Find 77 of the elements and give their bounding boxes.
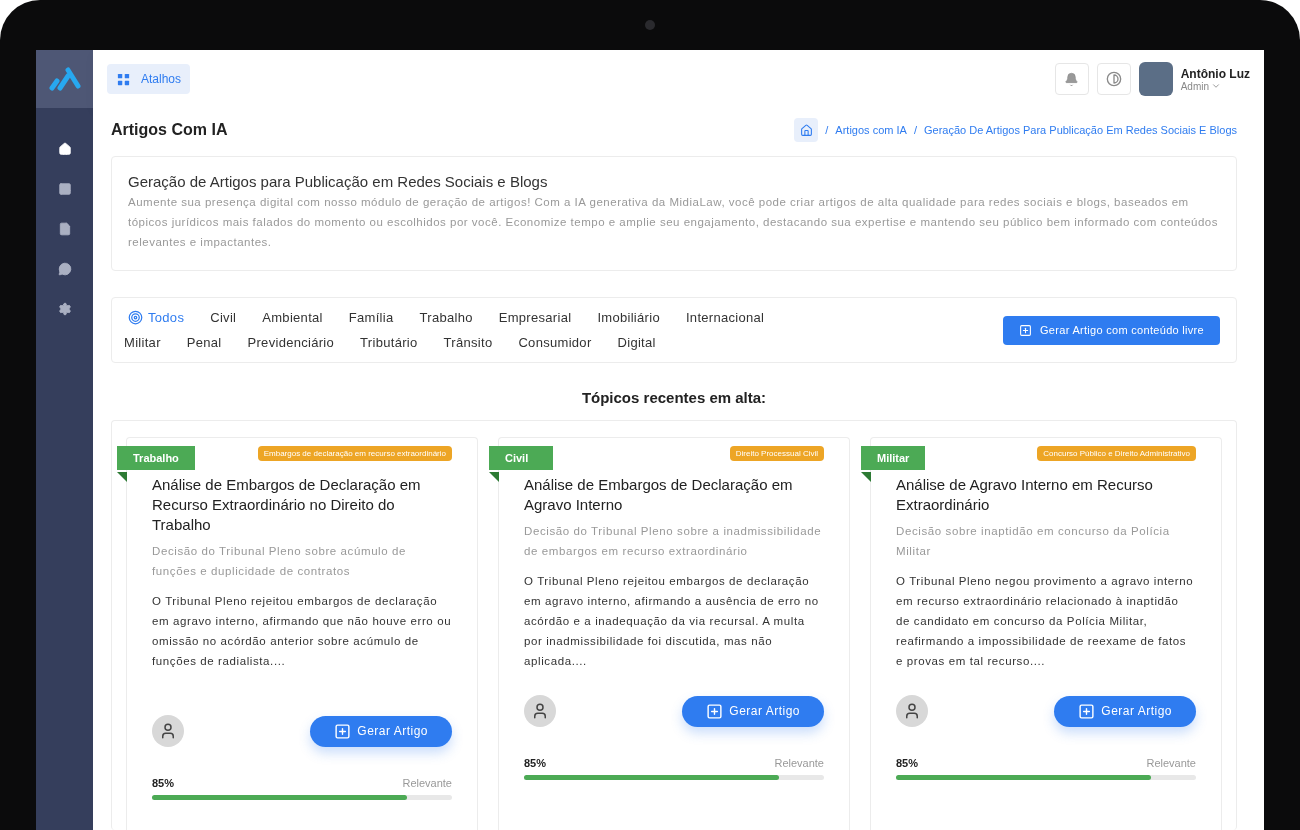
ribbon-fold <box>489 472 499 482</box>
user-role-dropdown[interactable]: Admin <box>1180 80 1222 92</box>
filter-tab[interactable]: Trânsito <box>443 335 493 350</box>
notification-button[interactable] <box>1054 63 1089 95</box>
generate-article-button[interactable]: Gerar Artigo <box>1054 695 1196 727</box>
topic-tag: Embargos de declaração em recurso extraordinário <box>257 446 452 461</box>
home-icon <box>799 123 813 137</box>
area-ribbon: Militar <box>861 446 926 470</box>
breadcrumb-separator: / <box>913 124 917 136</box>
relevance-label: Relevante <box>774 757 824 769</box>
article-summary: O Tribunal Pleno negou provimento a agravo interno em recurso extraordinário relacionado à inaptidão de candidato em concurso da Polícia Militar, reafirmando a impossibilidade de reexame de fatos e provas em tal recurso.... <box>896 574 1195 669</box>
contrast-icon <box>1105 71 1122 87</box>
plus-square-icon <box>706 702 724 720</box>
breadcrumb-separator: / <box>825 124 829 136</box>
person-drawing-icon <box>531 702 549 720</box>
section-title: Tópicos recentes em alta: <box>580 389 768 406</box>
filter-tab[interactable]: Previdenciário <box>247 335 335 350</box>
filter-tab[interactable]: Digital <box>617 335 656 350</box>
filter-tab[interactable]: Empresarial <box>498 310 572 325</box>
person-drawing-icon <box>159 722 177 740</box>
file-icon[interactable] <box>57 222 72 236</box>
article-subtitle: Decisão do Tribunal Pleno sobre acúmulo de funções e duplicidade de contratos <box>152 544 408 579</box>
filter-tab[interactable]: Família <box>348 310 394 325</box>
plus-square-icon <box>1019 323 1032 337</box>
article-title: Análise de Embargos de Declaração em Agravo Interno <box>524 475 794 515</box>
filter-tab[interactable]: Ambiental <box>262 310 323 325</box>
user-name: Antônio Luz <box>1180 66 1250 81</box>
article-subtitle: Decisão do Tribunal Pleno sobre a inadmissibilidade de embargos em recurso extraordinário <box>524 524 823 559</box>
breadcrumb-link[interactable]: Artigos com IA <box>835 124 907 136</box>
plus-square-icon <box>1078 702 1096 720</box>
breadcrumb-link[interactable]: Geração De Artigos Para Publicação Em Redes Sociais E Blogs <box>923 124 1237 136</box>
article-summary: O Tribunal Pleno rejeitou embargos de declaração em agravo interno, afirmando que não houve erro ou omissão no acórdão anterior sobre acúmulo de funções de radialista.... <box>152 594 452 669</box>
plus-square-icon <box>334 722 352 740</box>
settings-icon[interactable] <box>57 302 72 316</box>
filter-tab[interactable]: Civil <box>210 310 237 325</box>
filter-tab[interactable]: Consumidor <box>518 335 592 350</box>
generate-article-button[interactable]: Gerar Artigo <box>682 695 824 727</box>
article-title: Análise de Embargos de Declaração em Recurso Extraordinário no Direito do Trabalho <box>152 475 422 535</box>
area-ribbon: Trabalho <box>117 446 195 470</box>
grid-icon <box>116 71 131 87</box>
relevance-percent: 85% <box>896 757 919 769</box>
relevance-label: Relevante <box>1146 757 1196 769</box>
filter-tab[interactable]: Trabalho <box>419 310 473 325</box>
bell-icon <box>1064 71 1080 87</box>
home-icon[interactable] <box>57 142 72 156</box>
logo-icon <box>47 66 82 92</box>
intro-title: Geração de Artigos para Publicação em Redes Sociais e Blogs <box>128 173 549 190</box>
relevance-label: Relevante <box>402 777 452 789</box>
relevance-percent: 85% <box>524 757 547 769</box>
page-title: Artigos Com IA <box>111 121 228 139</box>
article-subtitle: Decisão sobre inaptidão em concurso da Polícia Militar <box>896 524 1171 559</box>
target-icon <box>128 310 143 325</box>
shortcuts-button[interactable]: Atalhos <box>107 64 191 94</box>
camera-dot <box>645 20 655 30</box>
filter-tab[interactable]: Militar <box>124 335 161 350</box>
topic-tag: Concurso Público e Direito Administrativo <box>1037 446 1196 461</box>
free-article-button[interactable]: Gerar Artigo com conteúdo livre <box>1003 315 1220 345</box>
chevron-down-icon <box>1211 81 1222 91</box>
filter-tab[interactable]: Todos <box>124 310 185 325</box>
theme-toggle-button[interactable] <box>1096 63 1131 95</box>
chat-icon[interactable] <box>57 262 72 276</box>
filter-tab[interactable]: Tributário <box>360 335 418 350</box>
filter-tab[interactable]: Imobiliário <box>597 310 660 325</box>
ribbon-fold <box>861 472 871 482</box>
generate-article-button[interactable]: Gerar Artigo <box>310 715 452 747</box>
intro-text: Aumente sua presença digital com nosso módulo de geração de artigos! Com a IA generativa da MidiaLaw, você pode criar artigos de alta qualidade para redes sociais e blogs, baseados em tópicos jurídicos mais falados do momento ou escolhidos por você. Economize tempo e amplie seu engajamento, destacando sua expertise e mantendo seu público bem informado com conteúdos relevantes e impactantes. <box>128 195 1220 250</box>
filter-tab[interactable]: Penal <box>186 335 222 350</box>
relevance-percent: 85% <box>152 777 175 789</box>
area-ribbon: Civil <box>489 446 553 470</box>
home-link[interactable] <box>794 118 819 142</box>
filter-tab[interactable]: Internacional <box>685 310 765 325</box>
avatar-placeholder <box>1138 62 1173 96</box>
person-drawing-icon <box>903 702 921 720</box>
article-summary: O Tribunal Pleno rejeitou embargos de declaração em agravo interno, afirmando a ausência de erro no acórdão e a inadequação da via recursal. A multa por inadmissibilidade foi discutida, mas não aplicada.... <box>524 574 820 669</box>
ribbon-fold <box>117 472 127 482</box>
topic-tag: Direito Processual Civil <box>729 446 824 461</box>
article-title: Análise de Agravo Interno em Recurso Extraordinário <box>896 475 1154 515</box>
